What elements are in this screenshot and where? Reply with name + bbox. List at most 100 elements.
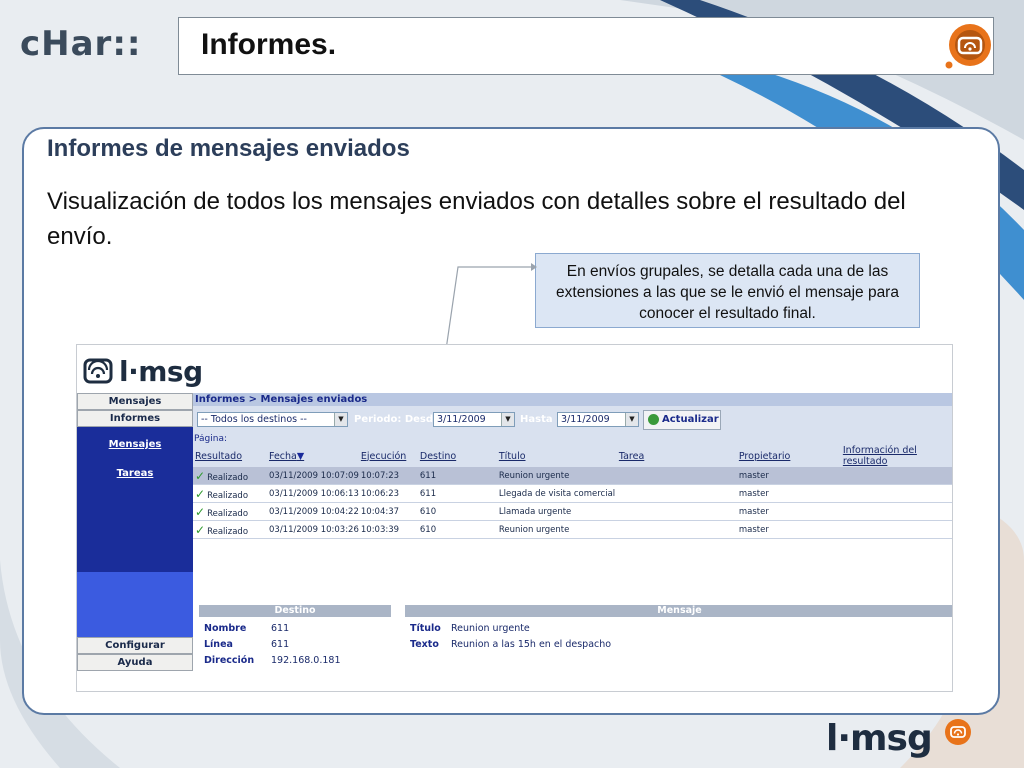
- section-description: Visualización de todos los mensajes envi…: [47, 188, 906, 250]
- sidebar-item-mensajes[interactable]: Mensajes: [77, 393, 193, 410]
- fecha-cell: 03/11/2009 10:04:22: [267, 502, 359, 521]
- direccion-label: Dirección: [204, 655, 254, 666]
- column-header-resultado[interactable]: Resultado: [193, 445, 267, 467]
- app-screenshot: l·msg Mensajes Informes Mensajes Tareas …: [76, 344, 953, 692]
- texto-value: Reunion a las 15h en el despacho: [451, 639, 612, 650]
- info-cell: [840, 467, 952, 485]
- table-row[interactable]: ✓ Realizado 03/11/2009 10:06:13 10:06:23 …: [193, 484, 952, 503]
- resultado-cell: ✓ Realizado: [193, 520, 267, 539]
- titulo-label-text: Título: [410, 623, 441, 634]
- direccion-value: 192.168.0.181: [271, 655, 341, 666]
- table-header-row: Resultado Fecha▼ Ejecución Destino Títul…: [193, 445, 952, 467]
- linea-label-text: Línea: [204, 639, 233, 650]
- tarea-cell: [616, 520, 737, 539]
- tarea-cell: [616, 502, 737, 521]
- sidebar-link-mensajes[interactable]: Mensajes: [77, 427, 193, 450]
- hasta-date-input[interactable]: 3/11/2009 ▼: [557, 412, 639, 427]
- section-subtitle: Informes de mensajes enviados: [47, 135, 410, 162]
- table-row[interactable]: ✓ Realizado 03/11/2009 10:04:22 10:04:37 …: [193, 502, 952, 521]
- sort-desc-icon: ▼: [296, 450, 305, 462]
- wifi-icon: [83, 358, 113, 384]
- table-row[interactable]: ✓ Realizado 03/11/2009 10:03:26 10:03:39 …: [193, 520, 952, 539]
- resultado-cell: ✓ Realizado: [193, 467, 267, 485]
- slide-title: Informes.: [201, 28, 337, 61]
- column-header-destino[interactable]: Destino: [417, 445, 497, 467]
- check-icon: ✓: [195, 468, 206, 483]
- callout-note: En envíos grupales, se detalla cada una …: [535, 253, 920, 328]
- chevron-down-icon[interactable]: ▼: [501, 413, 514, 426]
- linea-value: 611: [271, 639, 290, 650]
- sidebar-item-ayuda[interactable]: Ayuda: [77, 654, 193, 671]
- sidebar-item-informes[interactable]: Informes: [77, 410, 193, 427]
- check-icon: ✓: [195, 522, 206, 537]
- actualizar-button[interactable]: Actualizar: [643, 410, 721, 430]
- hasta-date-value: 3/11/2009: [561, 414, 610, 425]
- destino-cell: 610: [417, 502, 497, 521]
- titulo-cell: Reunion urgente: [496, 467, 617, 485]
- resultado-value: Realizado: [207, 490, 249, 501]
- title-box: Informes.: [178, 17, 994, 75]
- column-header-fecha[interactable]: Fecha▼: [267, 445, 359, 467]
- footer-logo: l·msg: [826, 718, 971, 768]
- nombre-value: 611: [271, 623, 290, 634]
- titulo-label: Título: [410, 623, 441, 634]
- propietario-cell: master: [736, 520, 841, 539]
- column-header-ejecucion[interactable]: Ejecución: [358, 445, 418, 467]
- ejecucion-cell: 10:03:39: [358, 520, 418, 539]
- periodo-label: Periodo: Desde: [354, 414, 440, 425]
- nombre-label-text: Nombre: [204, 623, 247, 634]
- resultado-value: Realizado: [207, 508, 249, 519]
- app-sidebar: Mensajes Informes Mensajes Tareas Config…: [77, 393, 193, 691]
- mensaje-panel-header: Mensaje: [405, 605, 952, 617]
- chevron-down-icon: ▼: [334, 413, 347, 426]
- titulo-value: Reunion urgente: [451, 623, 530, 634]
- info-cell: [840, 520, 952, 539]
- chevron-down-icon[interactable]: ▼: [625, 413, 638, 426]
- resultado-value: Realizado: [207, 472, 249, 483]
- resultado-cell: ✓ Realizado: [193, 502, 267, 521]
- column-header-fecha-label: Fecha: [269, 450, 297, 462]
- breadcrumb: Informes > Mensajes enviados: [193, 393, 952, 406]
- titulo-cell: Llegada de visita comercial: [496, 484, 617, 503]
- destino-cell: 611: [417, 467, 497, 485]
- desde-date-input[interactable]: 3/11/2009 ▼: [433, 412, 515, 427]
- fecha-cell: 03/11/2009 10:06:13: [267, 484, 359, 503]
- info-cell: [840, 502, 952, 521]
- info-cell: [840, 484, 952, 503]
- wifi-brand-icon: [945, 719, 971, 745]
- actualizar-label: Actualizar: [662, 414, 719, 425]
- footer-logo-text: l·msg: [826, 718, 933, 759]
- linea-label: Línea: [204, 639, 233, 650]
- messages-table: Resultado Fecha▼ Ejecución Destino Títul…: [193, 445, 952, 539]
- refresh-icon: [648, 414, 659, 425]
- column-header-informacion[interactable]: Información del resultado: [840, 445, 952, 467]
- desde-date-value: 3/11/2009: [437, 414, 486, 425]
- titulo-cell: Llamada urgente: [496, 502, 617, 521]
- destino-cell: 610: [417, 520, 497, 539]
- resultado-cell: ✓ Realizado: [193, 484, 267, 503]
- column-header-titulo[interactable]: Título: [496, 445, 617, 467]
- titulo-cell: Reunion urgente: [496, 520, 617, 539]
- ejecucion-cell: 10:06:23: [358, 484, 418, 503]
- sidebar-item-configurar[interactable]: Configurar: [77, 637, 193, 654]
- texto-label: Texto: [410, 639, 439, 650]
- sidebar-filler: [77, 572, 193, 637]
- check-icon: ✓: [195, 504, 206, 519]
- hasta-label: Hasta: [520, 414, 553, 425]
- column-header-tarea[interactable]: Tarea: [616, 445, 737, 467]
- table-row[interactable]: ✓ Realizado 03/11/2009 10:07:09 10:07:23 …: [193, 467, 952, 485]
- char-logo: cHar::: [20, 24, 170, 64]
- propietario-cell: master: [736, 484, 841, 503]
- sidebar-submenu: Mensajes Tareas: [77, 427, 193, 572]
- filter-bar: -- Todos los destinos -- ▼ Periodo: Desd…: [193, 406, 952, 434]
- ejecucion-cell: 10:07:23: [358, 467, 418, 485]
- sidebar-link-tareas[interactable]: Tareas: [77, 450, 193, 479]
- direccion-label-text: Dirección: [204, 655, 255, 666]
- app-logo-text: l·msg: [119, 354, 203, 388]
- resultado-value: Realizado: [207, 526, 249, 537]
- fecha-cell: 03/11/2009 10:03:26: [267, 520, 359, 539]
- column-header-propietario[interactable]: Propietario: [736, 445, 841, 467]
- destinos-select[interactable]: -- Todos los destinos -- ▼: [197, 412, 348, 427]
- propietario-cell: master: [736, 502, 841, 521]
- wifi-brand-icon: [945, 24, 991, 69]
